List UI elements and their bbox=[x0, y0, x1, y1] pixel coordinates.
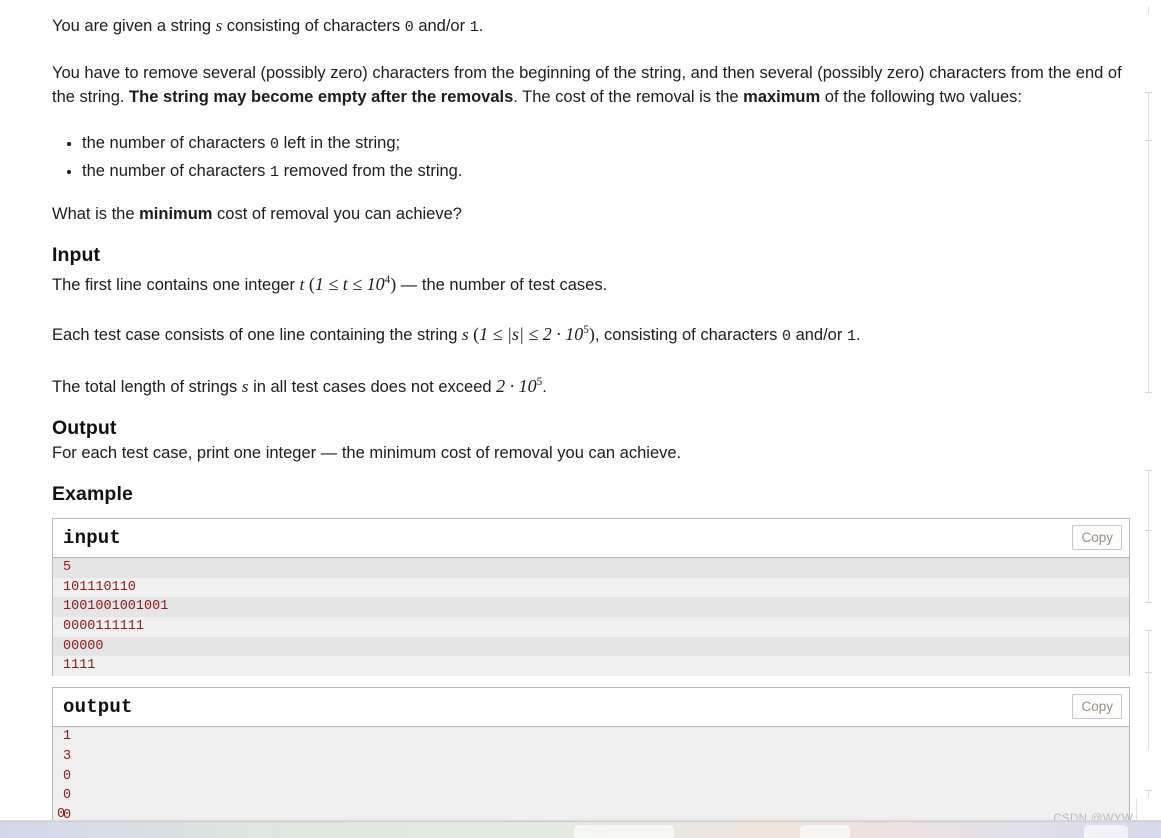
section-heading-example: Example bbox=[52, 483, 133, 505]
p1-text-mid2: and/or bbox=[413, 17, 470, 35]
bullet2-text-before: the number of characters bbox=[82, 162, 271, 180]
section-heading-output: Output bbox=[52, 417, 117, 439]
list-item: the number of characters 1 removed from … bbox=[82, 158, 1132, 186]
inp3-text-before: The total length of strings bbox=[52, 378, 242, 396]
p1-code-zero: 0 bbox=[404, 19, 414, 36]
bullet2-code-one: 1 bbox=[270, 164, 280, 181]
inp3-text-after: . bbox=[542, 378, 547, 396]
p1-code-one: 1 bbox=[469, 19, 479, 36]
inp3-text-mid: in all test cases does not exceed bbox=[248, 378, 497, 396]
edge-tick bbox=[1145, 602, 1152, 603]
sample-test-input: input Copy 5 101110110 1001001001001 000011… bbox=[52, 518, 1130, 677]
section-heading-input: Input bbox=[52, 244, 101, 266]
bullet1-text-after: left in the string; bbox=[279, 134, 401, 152]
paragraph-removal-rules: You have to remove several (possibly zer… bbox=[52, 61, 1132, 109]
copy-input-button[interactable]: Copy bbox=[1072, 525, 1122, 550]
copy-output-button[interactable]: Copy bbox=[1072, 694, 1122, 720]
statement-body: You are given a string s consisting of c… bbox=[52, 14, 1132, 826]
p3-text-before: What is the bbox=[52, 205, 140, 223]
inp1-text-after: — the number of test cases. bbox=[396, 276, 608, 294]
sample-output-line: 0 bbox=[53, 766, 1129, 787]
inp2-text-before: Each test case consists of one line cont… bbox=[52, 326, 462, 344]
sample-output-line: 3 bbox=[53, 746, 1129, 767]
inp3-math-expression: 2 · 105 bbox=[496, 376, 542, 396]
paragraph-input-each-case: Each test case consists of one line cont… bbox=[52, 318, 1132, 349]
sample-input-line: 1001001001001 bbox=[53, 597, 1129, 618]
p2-text-3: of the following two values: bbox=[820, 88, 1022, 106]
paragraph-given-string: You are given a string s consisting of c… bbox=[52, 14, 1132, 40]
paragraph-output-description: For each test case, print one integer — … bbox=[52, 444, 682, 462]
bullet1-text-before: the number of characters bbox=[82, 134, 271, 152]
inp1-math-body: 1 ≤ t ≤ 10 bbox=[314, 274, 385, 294]
p1-text-after: . bbox=[478, 17, 484, 35]
edge-mark bbox=[1148, 630, 1149, 750]
sample-input-title: input bbox=[63, 527, 122, 549]
p3-bold-minimum: minimum bbox=[139, 205, 213, 223]
sample-output-data: 13000 bbox=[53, 727, 1129, 826]
sample-output-line: 0 bbox=[53, 786, 1129, 806]
edge-tick bbox=[1145, 140, 1152, 141]
taskbar-top-border bbox=[0, 821, 1161, 822]
taskbar-item[interactable] bbox=[800, 825, 850, 838]
sample-input-line: 1111 bbox=[53, 656, 1129, 677]
sample-input-header: input Copy bbox=[53, 519, 1129, 558]
edge-mark bbox=[1148, 92, 1149, 392]
sample-output-header: output Copy bbox=[53, 688, 1129, 728]
list-item: the number of characters 0 left in the s… bbox=[82, 130, 1132, 158]
problem-statement-page: You are given a string s consisting of c… bbox=[0, 0, 1161, 838]
p3-text-after: cost of removal you can achieve? bbox=[212, 205, 462, 223]
inp1-text-before: The first line contains one integer bbox=[52, 276, 300, 294]
inp2-code-one: 1 bbox=[846, 328, 856, 345]
cost-values-list: the number of characters 0 left in the s… bbox=[52, 130, 1132, 186]
sample-input-line: 101110110 bbox=[53, 577, 1129, 598]
inp3-math-body: 2 · 10 bbox=[496, 376, 537, 396]
sample-input-line: 0000111111 bbox=[53, 617, 1129, 637]
p2-bold-empty-string: The string may become empty after the re… bbox=[129, 88, 514, 106]
paragraph-question: What is the minimum cost of removal you … bbox=[52, 202, 1132, 226]
taskbar-item[interactable] bbox=[574, 825, 674, 838]
edge-tick bbox=[1145, 470, 1152, 471]
clipped-sample-glyph: 0 bbox=[57, 807, 66, 822]
p1-text-mid: consisting of characters bbox=[222, 17, 405, 35]
bullet2-text-after: removed from the string. bbox=[279, 162, 463, 180]
paragraph-input-first-line: The first line contains one integer t (1… bbox=[52, 268, 1132, 297]
inp1-math-expression: (1 ≤ t ≤ 104) bbox=[304, 274, 396, 294]
sample-test-output: output Copy 13000 bbox=[52, 687, 1130, 826]
sample-input-data: 5 101110110 1001001001001 0000111111 00000 11… bbox=[53, 558, 1129, 677]
inp2-variable-s: s bbox=[462, 325, 469, 344]
edge-mark bbox=[1148, 470, 1149, 602]
bullet1-code-zero: 0 bbox=[270, 136, 280, 153]
p2-text-2: . The cost of the removal is the bbox=[513, 88, 744, 106]
inp2-text-mid: , consisting of characters bbox=[594, 326, 782, 344]
inp2-math-expression: (1 ≤ |s| ≤ 2 · 105) bbox=[469, 324, 595, 344]
edge-tick bbox=[1145, 630, 1152, 631]
p1-text-before: You are given a string bbox=[52, 17, 216, 35]
edge-tick bbox=[1145, 672, 1152, 673]
edge-tick bbox=[1145, 92, 1152, 93]
taskbar-item[interactable] bbox=[1084, 825, 1128, 838]
paragraph-input-total-length: The total length of strings s in all tes… bbox=[52, 370, 1132, 399]
inp2-code-zero: 0 bbox=[781, 328, 791, 345]
sample-output-title: output bbox=[63, 696, 133, 719]
edge-mark bbox=[1148, 6, 1149, 14]
desktop-taskbar bbox=[0, 821, 1161, 838]
edge-tick bbox=[1145, 790, 1152, 791]
sample-input-line: 5 bbox=[53, 558, 1129, 578]
inp2-math-body: 1 ≤ |s| ≤ 2 · 10 bbox=[479, 324, 584, 344]
edge-tick bbox=[1145, 392, 1152, 393]
edge-tick bbox=[1145, 530, 1152, 531]
inp2-text-after: . bbox=[855, 326, 861, 344]
sample-input-line: 00000 bbox=[53, 636, 1129, 657]
p2-bold-maximum: maximum bbox=[743, 88, 821, 106]
page-right-edge bbox=[1141, 0, 1161, 838]
inp2-text-mid2: and/or bbox=[790, 326, 847, 344]
sample-output-line: 1 bbox=[53, 727, 1129, 747]
